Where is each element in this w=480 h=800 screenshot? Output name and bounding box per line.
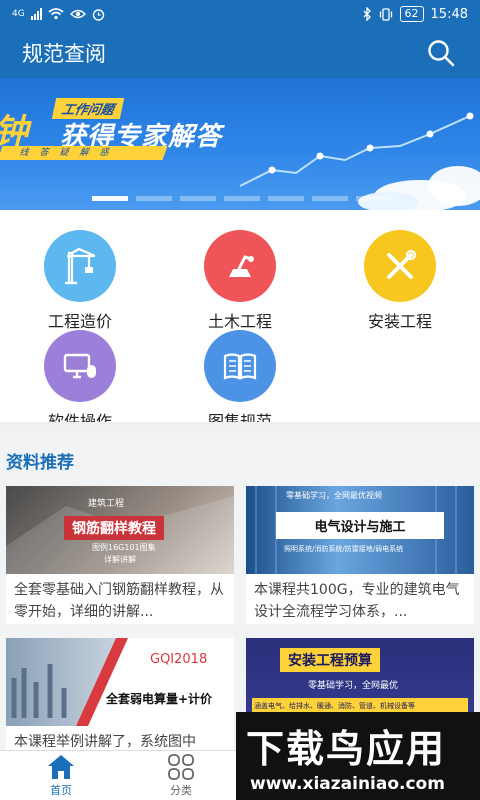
- card-img-title: 安装工程预算: [280, 648, 380, 672]
- banner-dot[interactable]: [268, 196, 304, 201]
- banner-pagination: [92, 196, 392, 201]
- excavator-icon: [204, 230, 276, 302]
- banner-dot[interactable]: [136, 196, 172, 201]
- search-icon: [428, 40, 455, 67]
- course-card[interactable]: 零基础学习，全网最优视频 电气设计与施工 照明系统/消防系统/防雷接地/弱电系统…: [246, 486, 474, 624]
- crane-icon: [44, 230, 116, 302]
- card-tag: GQI2018: [150, 652, 208, 667]
- card-thumbnail: 零基础学习，全网最优视频 电气设计与施工 照明系统/消防系统/防雷接地/弱电系统: [246, 486, 474, 574]
- alarm-icon: [92, 8, 104, 21]
- recommend-section: 资料推荐 建筑工程 钢筋翻样教程 图例16G101图集 详解讲解 全套零基础入门…: [0, 432, 480, 750]
- card-img-sub: 照明系统/消防系统/防雷接地/弱电系统: [284, 545, 404, 553]
- tools-icon: [364, 230, 436, 302]
- banner-dot[interactable]: [92, 196, 128, 201]
- banner-dot[interactable]: [180, 196, 216, 201]
- banner-strip: 线答疑解惑: [0, 146, 168, 160]
- section-divider: [0, 422, 480, 432]
- card-img-sub: 图例16G101图集: [92, 543, 156, 552]
- nav-home[interactable]: 首页: [16, 751, 106, 800]
- category-install[interactable]: 安装工程: [330, 230, 470, 332]
- nav-category[interactable]: 分类: [136, 751, 226, 800]
- card-img-sub: 零基础学习，全网最优: [308, 681, 399, 691]
- banner-dot[interactable]: [224, 196, 260, 201]
- status-bar: 4G 62 15:48: [0, 0, 480, 28]
- category-label: 安装工程: [367, 312, 432, 331]
- course-card[interactable]: 建筑工程 钢筋翻样教程 图例16G101图集 详解讲解 全套零基础入门钢筋翻样教…: [6, 486, 234, 624]
- network-label: 4G: [12, 9, 25, 19]
- signal-icon: [30, 8, 42, 20]
- computer-mouse-icon: [44, 330, 116, 402]
- card-tag: 建筑工程: [88, 499, 125, 509]
- watermark-url: www.xiazainiao.com: [250, 774, 445, 794]
- banner-dot[interactable]: [312, 196, 348, 201]
- nav-label: 首页: [50, 784, 72, 797]
- card-img-title: 电气设计与施工: [276, 512, 444, 539]
- watermark-title: 下载鸟应用: [246, 727, 447, 771]
- card-img-title: 钢筋翻样教程: [64, 516, 164, 540]
- search-button[interactable]: [424, 36, 458, 70]
- banner-dot[interactable]: [356, 196, 392, 201]
- category-software[interactable]: 软件操作: [10, 330, 150, 432]
- course-card[interactable]: GQI2018 全套弱电算量+计价 本课程举例讲解了，系统图中: [6, 638, 234, 750]
- app-screen: 4G 62 15:48 规范查阅 钟 工作问题: [0, 0, 480, 800]
- card-thumbnail: 建筑工程 钢筋翻样教程 图例16G101图集 详解讲解: [6, 486, 234, 574]
- page-title: 规范查阅: [22, 42, 106, 66]
- card-img-sub: 零基础学习，全网最优视频: [286, 491, 382, 500]
- category-cost[interactable]: 工程造价: [10, 230, 150, 332]
- vibrate-icon: [379, 7, 392, 21]
- category-label: 土木工程: [207, 312, 272, 331]
- card-description: 本课程共100G，专业的建筑电气设计全流程学习体系，...: [254, 582, 460, 620]
- wifi-icon: [48, 8, 64, 20]
- card-description: 本课程举例讲解了，系统图中: [14, 734, 196, 750]
- card-img-sub: 详解讲解: [104, 555, 136, 564]
- category-grid: 工程造价 土木工程 安装工程 软件操作 图集规范: [0, 210, 480, 431]
- category-atlas[interactable]: 图集规范: [170, 330, 310, 432]
- category-civil[interactable]: 土木工程: [170, 230, 310, 332]
- card-thumbnail: GQI2018 全套弱电算量+计价: [6, 638, 234, 726]
- bluetooth-icon: [363, 7, 371, 21]
- card-description: 全套零基础入门钢筋翻样教程，从零开始，详细的讲解...: [14, 582, 224, 620]
- category-label: 工程造价: [47, 312, 112, 331]
- battery-indicator: 62: [399, 6, 424, 22]
- card-img-title: 全套弱电算量+计价: [106, 692, 213, 706]
- promo-banner[interactable]: 钟 工作问题 获得专家解答 线答疑解惑: [0, 78, 480, 210]
- nav-label: 分类: [170, 784, 192, 797]
- book-icon: [204, 330, 276, 402]
- clock-time: 15:48: [430, 6, 468, 22]
- eye-icon: [69, 9, 86, 19]
- section-title: 资料推荐: [6, 453, 74, 473]
- app-header: 规范查阅: [0, 28, 480, 78]
- watermark-logo: 下载鸟应用 www.xiazainiao.com: [236, 712, 480, 800]
- grid-icon: [168, 754, 194, 780]
- home-icon: [48, 755, 74, 779]
